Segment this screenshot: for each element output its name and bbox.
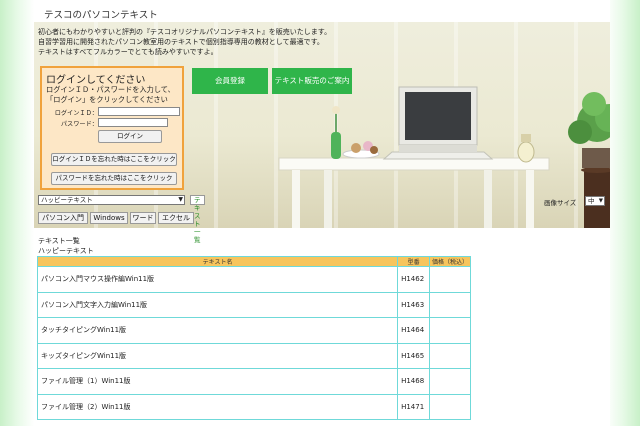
member-register-button[interactable]: 会員登録	[192, 68, 268, 94]
text-name-cell: ファイル管理（2）Win11版	[36, 393, 399, 420]
category-word[interactable]: ワード	[130, 212, 156, 224]
image-size-value: 中	[588, 197, 595, 205]
text-select-value: ハッピーテキスト	[41, 196, 93, 204]
intro-line: テキストはすべてフルカラーでとても読みやすいですよ。	[38, 48, 218, 56]
login-button[interactable]: ログイン	[98, 130, 162, 143]
login-id-input[interactable]	[98, 107, 180, 116]
site-title: テスコのパソコンテキスト	[44, 10, 158, 21]
text-name-cell: パソコン入門マウス操作編Win11版	[36, 266, 399, 293]
column-header-model: 型番	[397, 256, 431, 267]
image-size-label: 画像サイズ	[544, 199, 577, 207]
text-name-cell: キッズタイピングWin11版	[36, 342, 399, 369]
text-table: テキスト名 型番 価格（税込） パソコン入門マウス操作編Win11版 H1462…	[36, 256, 471, 420]
model-cell: H1462	[397, 266, 431, 293]
password-label: パスワード：	[60, 121, 98, 128]
table-row[interactable]: タッチタイピングWin11版 H1464	[36, 317, 471, 344]
login-box: ログインしてください ログインＩＤ・パスワードを入力して、 「ログイン」をクリッ…	[40, 66, 184, 190]
hero-intro: 初心者にもわかりやすいと評判の『テスコオリジナルパソコンテキスト』を販売いたしま…	[38, 27, 331, 57]
login-desc-line: 「ログイン」をクリックしてください	[46, 95, 168, 104]
image-size-select[interactable]: 中 ▼	[585, 196, 605, 206]
price-cell	[429, 317, 471, 344]
column-header-price: 価格（税込）	[429, 256, 471, 267]
login-description: ログインＩＤ・パスワードを入力して、 「ログイン」をクリックしてください	[46, 85, 175, 105]
model-cell: H1465	[397, 342, 431, 369]
text-name-cell: ファイル管理（1）Win11版	[36, 368, 399, 395]
text-name-cell: パソコン入門文字入力編Win11版	[36, 291, 399, 318]
chevron-down-icon: ▼	[178, 196, 183, 203]
price-cell	[429, 342, 471, 369]
price-cell	[429, 393, 471, 420]
login-desc-line: ログインＩＤ・パスワードを入力して、	[46, 85, 175, 94]
login-id-label: ログインＩＤ：	[54, 110, 98, 117]
forgot-id-button[interactable]: ログインＩＤを忘れた時はここをクリック	[51, 153, 177, 166]
price-cell	[429, 368, 471, 395]
forgot-password-button[interactable]: パスワードを忘れた時はここをクリック	[51, 172, 177, 185]
table-row[interactable]: キッズタイピングWin11版 H1465	[36, 342, 471, 369]
model-cell: H1471	[397, 393, 431, 420]
table-row[interactable]: ファイル管理（1）Win11版 H1468	[36, 368, 471, 395]
text-select[interactable]: ハッピーテキスト ▼	[38, 195, 185, 205]
password-input[interactable]	[98, 118, 168, 127]
sales-info-button[interactable]: テキスト販売のご案内	[272, 68, 352, 94]
intro-line: 自習学習用に開発されたパソコン教室用のテキストで個別指導専用の教材として最適です…	[38, 38, 324, 46]
chevron-down-icon: ▼	[598, 198, 603, 204]
section-subtitle: ハッピーテキスト	[38, 247, 94, 255]
login-title: ログインしてください	[46, 75, 146, 86]
category-windows[interactable]: Windows	[90, 212, 128, 224]
page: テスコのパソコンテキスト 初心者にもわかりやすいと評判の『テスコオリジナルパソコ…	[34, 0, 610, 426]
table-row[interactable]: ファイル管理（2）Win11版 H1471	[36, 393, 471, 420]
model-cell: H1463	[397, 291, 431, 318]
text-list-button[interactable]: テキスト一覧	[190, 195, 205, 244]
section-title: テキスト一覧	[38, 237, 80, 245]
text-name-cell: タッチタイピングWin11版	[36, 317, 399, 344]
column-header-name: テキスト名	[36, 256, 399, 267]
category-pc-intro[interactable]: パソコン入門	[38, 212, 88, 224]
price-cell	[429, 291, 471, 318]
category-excel[interactable]: エクセル	[158, 212, 194, 224]
model-cell: H1468	[397, 368, 431, 395]
model-cell: H1464	[397, 317, 431, 344]
table-header-row: テキスト名 型番 価格（税込）	[36, 256, 471, 267]
table-row[interactable]: パソコン入門文字入力編Win11版 H1463	[36, 291, 471, 318]
table-row[interactable]: パソコン入門マウス操作編Win11版 H1462	[36, 266, 471, 293]
price-cell	[429, 266, 471, 293]
intro-line: 初心者にもわかりやすいと評判の『テスコオリジナルパソコンテキスト』を販売いたしま…	[38, 28, 332, 36]
